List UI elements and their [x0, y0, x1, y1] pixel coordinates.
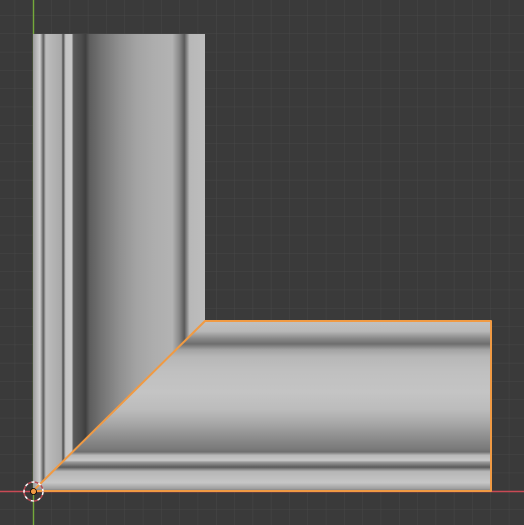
- 3d-viewport[interactable]: [0, 0, 524, 525]
- viewport-canvas[interactable]: [0, 0, 524, 525]
